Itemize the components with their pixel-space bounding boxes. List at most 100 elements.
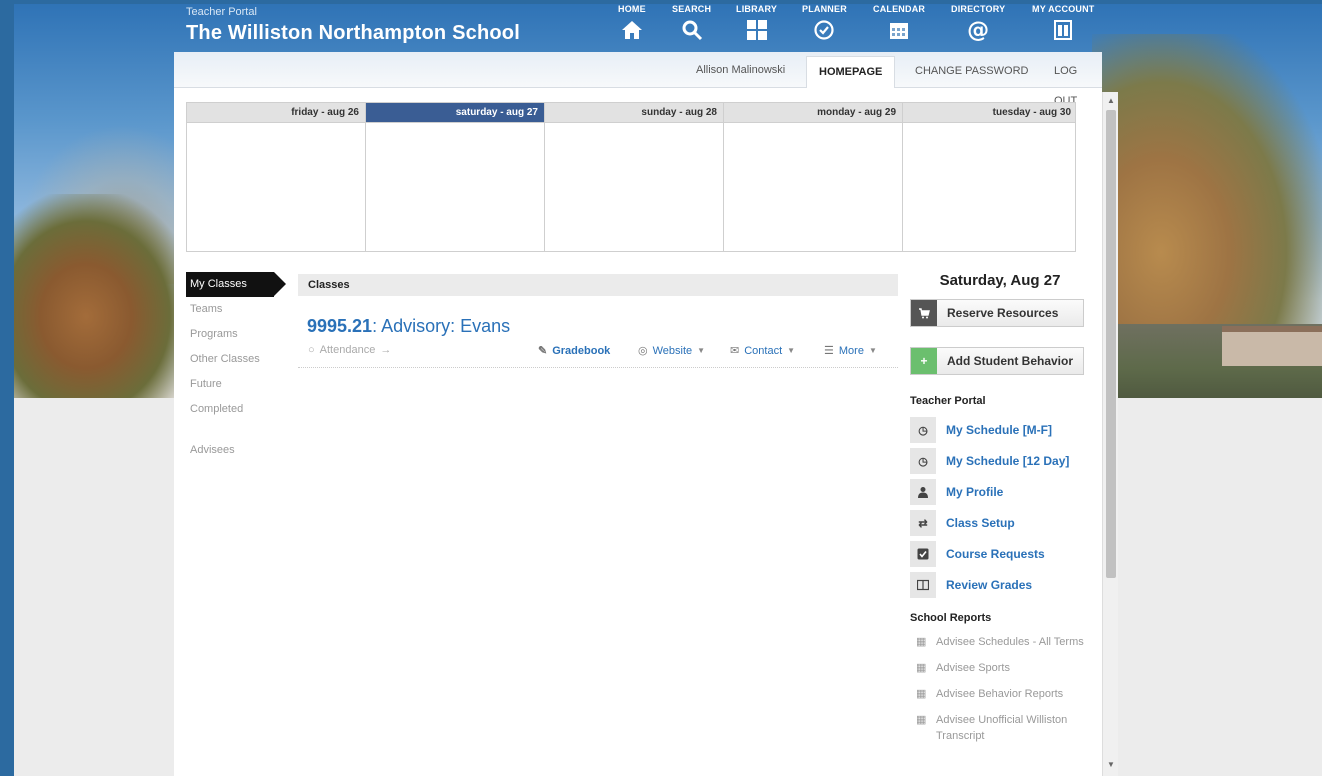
scroll-down-icon[interactable]: ▼ <box>1103 758 1119 772</box>
link-my-profile[interactable]: My Profile <box>910 479 1090 505</box>
school-reports-heading: School Reports <box>910 612 992 624</box>
background-trees <box>14 194 194 398</box>
retweet-icon: ⇄ <box>910 510 936 536</box>
table-icon: ▦ <box>916 662 927 674</box>
caret-down-icon: ▼ <box>697 346 706 355</box>
link-course-requests[interactable]: Course Requests <box>910 541 1090 567</box>
nav-label: SEARCH <box>672 4 712 14</box>
link-label: My Profile <box>946 485 1004 499</box>
class-name[interactable]: : Advisory: Evans <box>372 316 510 336</box>
website-label: Website <box>652 344 693 357</box>
nav-search[interactable]: SEARCH <box>672 4 711 43</box>
clock-icon: ◷ <box>910 417 936 443</box>
attendance-label: Attendance <box>319 344 376 356</box>
gradebook-link[interactable]: ✎ Gradebook <box>538 344 610 358</box>
envelope-icon: ✉ <box>730 345 740 357</box>
class-code[interactable]: 9995.21 <box>307 316 372 336</box>
link-label: My Schedule [12 Day] <box>946 454 1070 468</box>
table-icon: ▦ <box>916 688 927 700</box>
nav-home[interactable]: HOME <box>618 4 646 43</box>
link-my-schedule-mf[interactable]: ◷ My Schedule [M-F] <box>910 417 1090 443</box>
classes-header: Classes <box>298 274 898 296</box>
circle-icon: ○ <box>308 344 315 356</box>
day-header: tuesday - aug 30 <box>903 103 1075 123</box>
report-label: Advisee Sports <box>936 662 1010 674</box>
nav-calendar[interactable]: CALENDAR <box>873 4 925 43</box>
report-advisee-transcript[interactable]: ▦ Advisee Unofficial Williston Transcrip… <box>910 712 1090 744</box>
scroll-thumb[interactable] <box>1106 110 1116 578</box>
add-student-behavior-button[interactable]: + Add Student Behavior <box>910 347 1084 375</box>
link-label: Class Setup <box>946 516 1015 530</box>
side-nav-programs[interactable]: Programs <box>186 322 286 347</box>
nav-label: PLANNER <box>802 4 847 14</box>
day-header: sunday - aug 28 <box>545 103 723 123</box>
nav-directory[interactable]: DIRECTORY @ <box>951 4 1005 43</box>
link-class-setup[interactable]: ⇄ Class Setup <box>910 510 1090 536</box>
nav-label: LIBRARY <box>736 4 778 14</box>
nav-my-account[interactable]: MY ACCOUNT <box>1032 4 1095 43</box>
caret-down-icon: ▼ <box>868 346 877 355</box>
teacher-portal-heading: Teacher Portal <box>910 395 986 407</box>
caret-down-icon: ▼ <box>787 346 796 355</box>
nav-label: CALENDAR <box>873 4 926 14</box>
calendar-day[interactable]: sunday - aug 28 <box>545 103 724 251</box>
scroll-up-icon[interactable]: ▲ <box>1103 94 1119 108</box>
reserve-resources-label: Reserve Resources <box>947 306 1059 320</box>
calendar-day-today[interactable]: saturday - aug 27 <box>366 103 545 251</box>
link-label: Course Requests <box>946 547 1045 561</box>
report-advisee-schedules[interactable]: ▦ Advisee Schedules - All Terms <box>910 634 1090 650</box>
reserve-resources-button[interactable]: Reserve Resources <box>910 299 1084 327</box>
tab-log-out[interactable]: LOG OUT <box>1042 56 1102 107</box>
link-my-schedule-12day[interactable]: ◷ My Schedule [12 Day] <box>910 448 1090 474</box>
background-building <box>1222 326 1322 366</box>
more-dropdown[interactable]: ☰ More ▼ <box>824 344 877 358</box>
arrow-right-icon: → <box>380 344 392 356</box>
calendar-day[interactable]: monday - aug 29 <box>724 103 903 251</box>
table-icon: ▦ <box>916 714 927 726</box>
compass-icon: ◎ <box>638 345 648 357</box>
class-title[interactable]: 9995.21: Advisory: Evans <box>307 316 510 337</box>
plus-icon: + <box>911 348 937 374</box>
library-icon <box>744 17 770 43</box>
report-advisee-behavior[interactable]: ▦ Advisee Behavior Reports <box>910 686 1090 702</box>
school-name[interactable]: The Williston Northampton School <box>186 22 520 45</box>
website-dropdown[interactable]: ◎ Website ▼ <box>638 344 706 358</box>
clock-icon: ◷ <box>910 448 936 474</box>
more-label: More <box>838 344 864 357</box>
add-behavior-label: Add Student Behavior <box>947 354 1074 368</box>
day-header: friday - aug 26 <box>187 103 365 123</box>
side-nav-completed[interactable]: Completed <box>186 397 286 422</box>
nav-label: HOME <box>618 4 646 14</box>
report-advisee-sports[interactable]: ▦ Advisee Sports <box>910 660 1090 676</box>
cart-icon <box>911 300 937 326</box>
nav-planner[interactable]: PLANNER <box>802 4 847 43</box>
week-calendar: friday - aug 26 saturday - aug 27 sunday… <box>186 102 1076 252</box>
attendance-link[interactable]: ○ Attendance → <box>308 344 391 356</box>
side-nav-future[interactable]: Future <box>186 372 286 397</box>
side-nav-teams[interactable]: Teams <box>186 297 286 322</box>
side-nav-my-classes[interactable]: My Classes <box>186 272 286 297</box>
report-label: Advisee Unofficial Williston Transcript <box>936 714 1068 742</box>
directory-icon: @ <box>967 17 990 43</box>
side-nav-advisees[interactable]: Advisees <box>186 438 286 463</box>
columns-icon <box>910 572 936 598</box>
panel-toolbar: Allison Malinowski HOMEPAGE CHANGE PASSW… <box>174 52 1102 107</box>
link-review-grades[interactable]: Review Grades <box>910 572 1090 598</box>
page-scrollbar[interactable]: ▲ ▼ <box>1102 92 1118 776</box>
home-icon <box>619 17 645 43</box>
nav-label: DIRECTORY <box>951 4 1006 14</box>
tab-homepage[interactable]: HOMEPAGE <box>806 56 896 88</box>
side-nav-other-classes[interactable]: Other Classes <box>186 347 286 372</box>
calendar-icon <box>886 17 912 43</box>
link-label: My Schedule [M-F] <box>946 423 1053 437</box>
nav-label: MY ACCOUNT <box>1032 4 1095 14</box>
tab-change-password[interactable]: CHANGE PASSWORD <box>903 56 1040 88</box>
class-actions-row: ○ Attendance → ✎ Gradebook ◎ Website ▼ ✉… <box>298 344 898 368</box>
contact-dropdown[interactable]: ✉ Contact ▼ <box>730 344 796 358</box>
account-icon <box>1050 17 1076 43</box>
current-date: Saturday, Aug 27 <box>939 272 1061 289</box>
menu-icon: ☰ <box>824 345 834 357</box>
user-name: Allison Malinowski <box>696 64 786 76</box>
calendar-day[interactable]: tuesday - aug 30 <box>903 103 1075 251</box>
nav-library[interactable]: LIBRARY <box>736 4 777 43</box>
